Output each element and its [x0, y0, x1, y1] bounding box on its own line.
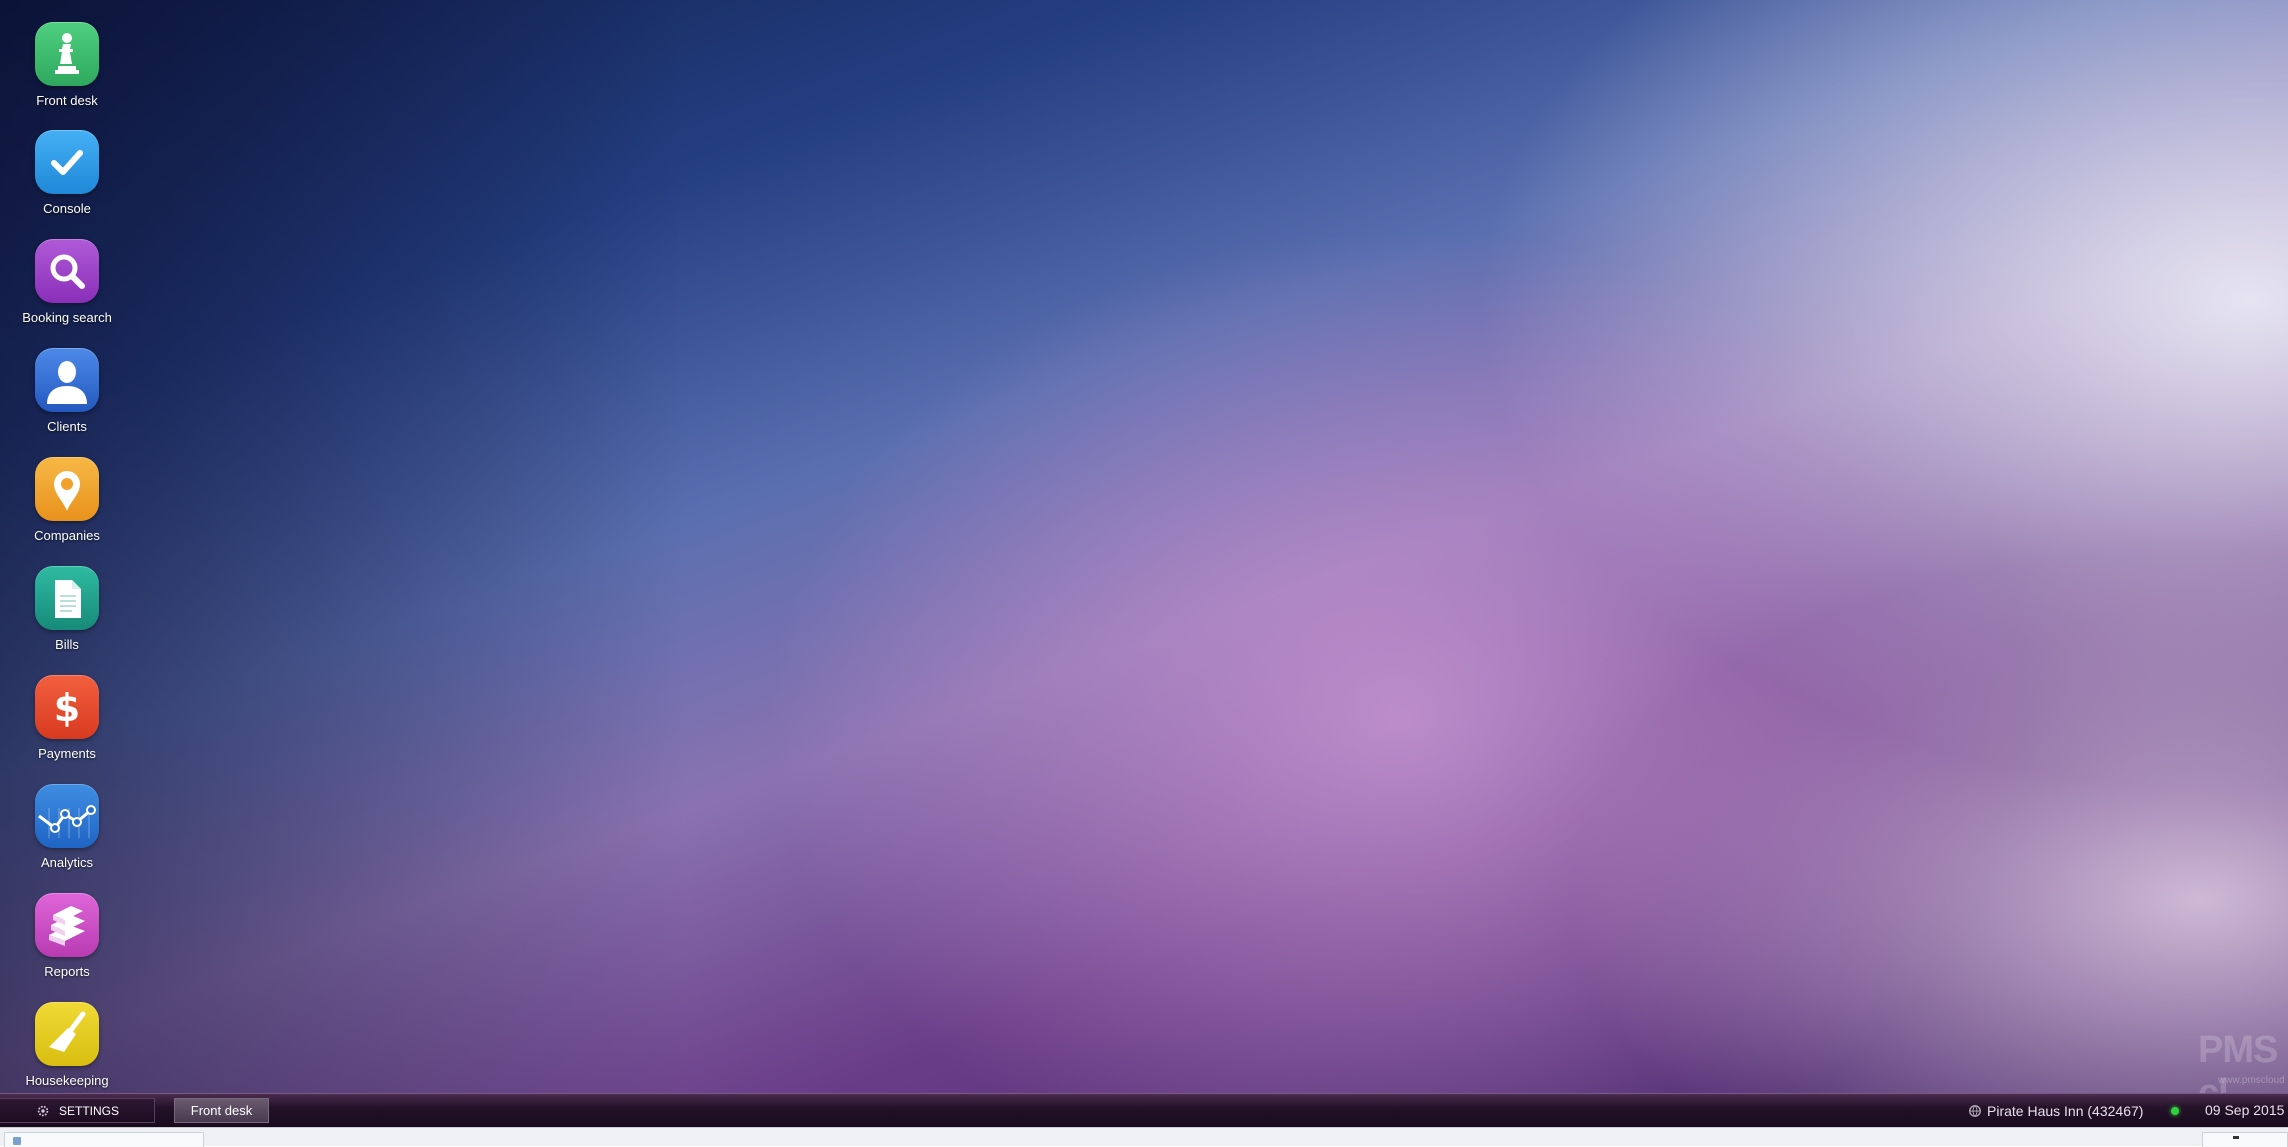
- pawn-icon: [35, 22, 99, 86]
- hotel-name: Pirate Haus Inn (432467): [1987, 1103, 2144, 1119]
- app-label: Analytics: [40, 855, 94, 870]
- app-label: Booking search: [22, 310, 112, 325]
- app-front-desk[interactable]: Front desk: [0, 0, 134, 108]
- app-companies[interactable]: Companies: [0, 435, 134, 543]
- line-chart-icon: [35, 784, 99, 848]
- desktop-background: Front desk Console Booking search Client…: [0, 0, 2288, 1093]
- app-bills[interactable]: Bills: [0, 544, 134, 652]
- connection-status-indicator: [2171, 1107, 2179, 1115]
- broom-icon: [35, 1002, 99, 1066]
- app-label: Clients: [47, 419, 87, 434]
- browser-bottom-bar: [0, 1127, 2288, 1147]
- dollar-icon: $: [35, 675, 99, 739]
- svg-text:$: $: [54, 686, 80, 730]
- app-label: Reports: [44, 964, 90, 979]
- watermark-url: www.pmscloud: [2218, 1075, 2285, 1086]
- app-console[interactable]: Console: [0, 108, 134, 216]
- hotel-selector[interactable]: Pirate Haus Inn (432467): [1968, 1102, 2143, 1120]
- settings-label: SETTINGS: [59, 1103, 120, 1118]
- brand-watermark: PMS cl www.pmscloud: [2178, 1025, 2288, 1093]
- current-date: 09 Sep 2015: [2205, 1102, 2285, 1118]
- checkmark-icon: [35, 130, 99, 194]
- app-label: Housekeeping: [25, 1073, 109, 1088]
- task-front-desk[interactable]: Front desk: [174, 1098, 269, 1123]
- app-payments[interactable]: $ Payments: [0, 653, 134, 761]
- settings-button[interactable]: SETTINGS: [0, 1098, 155, 1123]
- bottom-tab[interactable]: [4, 1132, 204, 1147]
- app-label: Payments: [38, 746, 96, 761]
- gear-icon: [37, 1105, 49, 1117]
- app-booking-search[interactable]: Booking search: [0, 217, 134, 325]
- app-analytics[interactable]: Analytics: [0, 762, 134, 870]
- bottom-right-control[interactable]: [2202, 1132, 2288, 1147]
- app-label: Front desk: [36, 93, 98, 108]
- document-icon: [35, 566, 99, 630]
- app-clients[interactable]: Clients: [0, 326, 134, 434]
- app-label: Console: [43, 201, 91, 216]
- globe-icon: [1969, 1105, 1981, 1117]
- books-icon: [35, 893, 99, 957]
- location-pin-icon: [35, 457, 99, 521]
- app-reports[interactable]: Reports: [0, 871, 134, 979]
- person-icon: [35, 348, 99, 412]
- magnifier-icon: [35, 239, 99, 303]
- taskbar: SETTINGS Front desk Pirate Haus Inn (432…: [0, 1093, 2288, 1127]
- app-label: Bills: [55, 637, 79, 652]
- app-label: Companies: [34, 528, 100, 543]
- app-housekeeping[interactable]: Housekeeping: [0, 980, 134, 1088]
